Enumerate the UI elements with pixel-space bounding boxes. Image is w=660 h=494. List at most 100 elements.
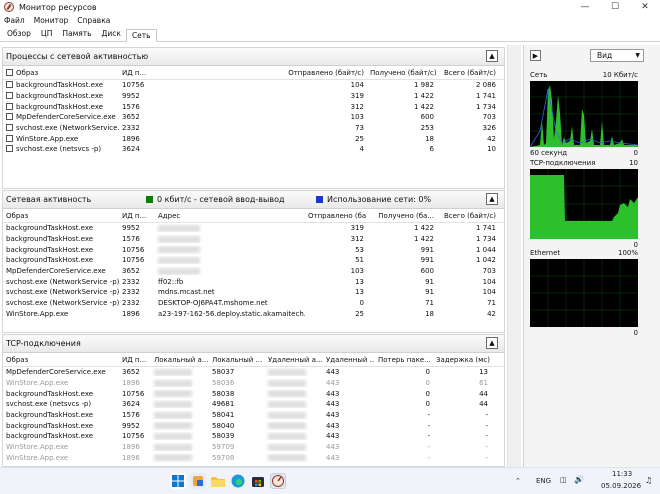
collapse-tcp-button[interactable]: ▲ [486,337,498,349]
process-row[interactable]: MpDefenderCoreService.exe 3652 103 600 703 [3,112,504,123]
chevron-right-icon[interactable]: ▶ [530,50,541,61]
clock-time[interactable]: 11:33 [612,470,632,478]
close-button[interactable]: ✕ [630,0,660,14]
process-pid: 2332 [122,124,140,133]
processes-header[interactable]: Процессы с сетевой активностью ▲ [3,48,504,66]
minimize-button[interactable]: — [570,0,600,14]
netactivity-row[interactable]: backgroundTaskHost.exe 10756 53 991 1 044 [3,244,504,255]
network-graph-svg [530,81,638,147]
view-dropdown[interactable]: Вид ▼ [590,49,644,62]
clock-date[interactable]: 05.09.2026 [601,482,641,490]
netactivity-row[interactable]: svchost.exe (NetworkService -p) 2332 DESKT… [3,298,504,309]
process-checkbox[interactable] [6,81,13,89]
process-checkbox[interactable] [6,102,13,110]
menu-monitor[interactable]: Монитор [34,16,69,25]
process-row[interactable]: backgroundTaskHost.exe 1576 312 1 422 1 734 [3,101,504,112]
tcp-row[interactable]: backgroundTaskHost.exe 9952 58040 443 - - [3,420,504,431]
tcp-header[interactable]: TCP-подключения ▲ [3,335,504,353]
tab-overview[interactable]: Обзор [2,28,36,41]
na-col-sent[interactable]: Отправлено (ба... [305,212,367,220]
tcp-row[interactable]: backgroundTaskHost.exe 10756 58038 443 0 44 [3,388,504,399]
tcp-col-packet-loss[interactable]: Потерь паке... [375,356,433,364]
col-total[interactable]: Всего (байт/с) [437,69,499,77]
tab-disk[interactable]: Диск [97,28,126,41]
process-checkbox[interactable] [6,134,13,142]
collapse-network-activity-button[interactable]: ▲ [486,193,498,205]
process-checkbox[interactable] [6,145,13,153]
netactivity-row[interactable]: svchost.exe (NetworkService -p) 2332 ff02:… [3,276,504,287]
notification-bell-icon[interactable]: ♫ [645,476,652,485]
menu-help[interactable]: Справка [77,16,110,25]
tcp-col-remote-port[interactable]: Удаленный ... [323,356,375,364]
tcp-row[interactable]: WinStore.App.exe 1896 58036 443 0 61 [3,378,504,389]
col-sent[interactable]: Отправлено (байт/с) [169,69,367,77]
volume-icon[interactable]: 🔊 [574,475,584,484]
process-row[interactable]: svchost.exe (NetworkService... 2332 73 253 3… [3,123,504,134]
process-checkbox[interactable] [6,124,13,132]
process-checkbox[interactable] [6,113,13,121]
na-total: 104 [482,277,496,286]
menu-file[interactable]: Файл [4,16,25,25]
tab-memory[interactable]: Память [57,28,96,41]
netactivity-row[interactable]: svchost.exe (NetworkService -p) 2332 mdns.… [3,287,504,298]
na-col-total[interactable]: Всего (байт/с) [437,212,499,220]
col-received[interactable]: Получено (байт/с) [367,69,437,77]
netactivity-row[interactable]: WinStore.App.exe 1896 a23-197-162-56.deplo… [3,309,504,320]
tcp-col-image[interactable]: Образ [3,356,119,364]
tcp-col-pid[interactable]: ИД п... [119,356,151,364]
resource-monitor-taskbar-icon[interactable] [270,473,286,489]
na-col-received[interactable]: Получено (ба... [367,212,437,220]
col-image[interactable]: Образ [3,68,119,77]
na-received: 600 [420,267,434,276]
tcp-col-local-address[interactable]: Локальный а... [151,356,209,364]
select-all-checkbox[interactable] [6,68,13,76]
tcp-row[interactable]: WinStore.App.exe 1896 59708 443 - - [3,453,504,464]
tab-network[interactable]: Сеть [125,29,157,42]
netactivity-row[interactable]: backgroundTaskHost.exe 10756 51 991 1 042 [3,255,504,266]
tcp-col-latency[interactable]: Задержка (мс) [433,356,491,364]
start-button[interactable] [170,473,186,489]
tcp-row[interactable]: backgroundTaskHost.exe 1576 58041 443 - - [3,410,504,421]
tray-overflow-icon[interactable]: ⌃ [515,477,521,485]
tcp-col-remote-address[interactable]: Удаленный а... [265,356,323,364]
tcp-row[interactable]: backgroundTaskHost.exe 10756 58039 443 - - [3,431,504,442]
tcp-packet-loss: - [427,421,430,430]
edge-browser-icon[interactable] [230,473,246,489]
tcp-packet-loss: - [427,443,430,452]
widgets-icon[interactable] [190,473,206,489]
netactivity-row[interactable]: MpDefenderCoreService.exe 3652 103 600 703 [3,266,504,277]
network-activity-header[interactable]: Сетевая активность 0 кбит/с - сетевой вв… [3,191,504,209]
tab-cpu[interactable]: ЦП [36,28,57,41]
ethernet-graph [530,259,638,327]
tab-bar: Обзор ЦП Память Диск Сеть [0,28,660,42]
na-col-pid[interactable]: ИД п... [119,212,155,220]
language-indicator[interactable]: ENG [536,477,551,485]
ethernet-graph-max: 100% [617,249,638,257]
process-row[interactable]: svchost.exe (netsvcs -p) 3624 4 6 10 [3,144,504,155]
process-checkbox[interactable] [6,92,13,100]
tcp-row[interactable]: WinStore.App.exe 1896 59709 443 - - [3,442,504,453]
process-row[interactable]: backgroundTaskHost.exe 9952 319 1 422 1 741 [3,91,504,102]
tcp-remote-port: 443 [326,453,340,462]
na-col-image[interactable]: Образ [3,212,119,220]
col-pid[interactable]: ИД п... [119,69,169,77]
collapse-processes-button[interactable]: ▲ [486,50,498,62]
tcp-row[interactable]: MpDefenderCoreService.exe 3652 58037 443 0 13 [3,367,504,378]
network-tray-icon[interactable]: ◫ [560,476,567,484]
store-icon[interactable] [250,473,266,489]
tcp-packet-loss: - [427,453,430,462]
na-col-address[interactable]: Адрес [155,212,305,220]
tcp-local-port: 58036 [212,379,235,388]
file-explorer-icon[interactable] [210,473,226,489]
process-row[interactable]: backgroundTaskHost.exe 10756 104 1 982 2 086 [3,80,504,91]
maximize-button[interactable]: ☐ [600,0,630,14]
window-title: Монитор ресурсов [19,2,97,12]
tcp-pid: 10756 [122,432,145,441]
pane-splitter[interactable] [507,45,521,467]
tcp-col-local-port[interactable]: Локальный ... [209,356,265,364]
redacted-address [158,246,200,254]
process-row[interactable]: WinStore.App.exe 1896 25 18 42 [3,133,504,144]
tcp-row[interactable]: svchost.exe (netsvcs -p) 3624 49681 443 0 44 [3,399,504,410]
netactivity-row[interactable]: backgroundTaskHost.exe 9952 319 1 422 1 741 [3,223,504,234]
netactivity-row[interactable]: backgroundTaskHost.exe 1576 312 1 422 1 734 [3,234,504,245]
